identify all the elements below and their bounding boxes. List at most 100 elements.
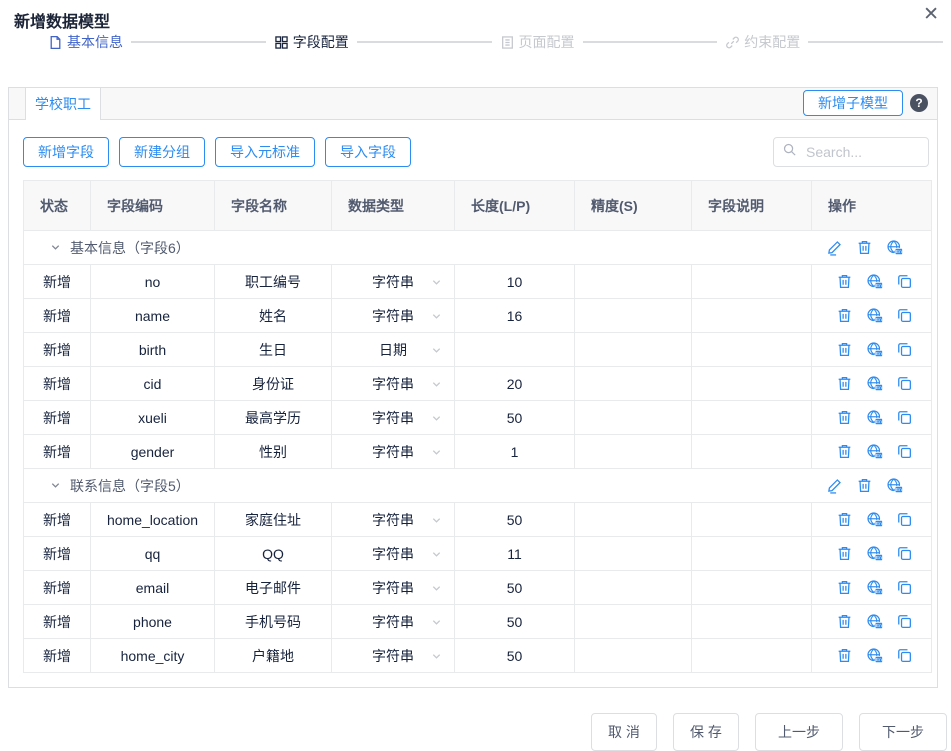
data-type-select[interactable]: 字符串 (332, 639, 455, 673)
prev-step-button[interactable]: 上一步 (755, 713, 843, 751)
tab-school-staff[interactable]: 学校职工 (25, 88, 101, 120)
group-label[interactable]: 联系信息（字段5） (24, 476, 812, 496)
toolbar-button-1[interactable]: 新增字段 (23, 137, 109, 167)
ops-group: En (812, 443, 931, 460)
translate-icon[interactable]: En (866, 613, 883, 630)
translate-icon[interactable]: En (866, 273, 883, 290)
translate-icon[interactable]: En (866, 307, 883, 324)
ops-cell: En (812, 639, 932, 673)
cell-status: 新增 (24, 435, 91, 469)
cell-description (692, 503, 812, 537)
group-label[interactable]: 基本信息（字段6） (24, 238, 812, 258)
delete-icon[interactable] (836, 375, 853, 392)
add-submodel-button[interactable]: 新增子模型 (803, 90, 903, 116)
cell-field-code: name (91, 299, 215, 333)
translate-icon[interactable]: En (866, 511, 883, 528)
translate-icon[interactable]: En (886, 477, 903, 494)
cell-length: 1 (455, 435, 575, 469)
step-3[interactable]: 页面配置 (500, 32, 575, 52)
close-icon[interactable]: ✕ (923, 5, 939, 24)
step-2[interactable]: 字段配置 (274, 32, 349, 52)
copy-icon[interactable] (896, 579, 913, 596)
copy-icon[interactable] (896, 613, 913, 630)
delete-icon[interactable] (836, 613, 853, 630)
chevron-down-icon (431, 515, 442, 526)
cell-precision (575, 367, 692, 401)
translate-icon[interactable]: En (866, 647, 883, 664)
copy-icon[interactable] (896, 409, 913, 426)
toolbar-button-4[interactable]: 导入字段 (325, 137, 411, 167)
translate-icon[interactable]: En (886, 239, 903, 256)
translate-icon[interactable]: En (866, 443, 883, 460)
delete-icon[interactable] (836, 511, 853, 528)
copy-icon[interactable] (896, 647, 913, 664)
delete-icon[interactable] (836, 545, 853, 562)
table-row: 新增no职工编号字符串10En (24, 265, 932, 299)
cell-description (692, 265, 812, 299)
cell-description (692, 333, 812, 367)
chevron-down-icon (431, 345, 442, 356)
translate-icon[interactable]: En (866, 545, 883, 562)
cell-field-name: 户籍地 (215, 639, 332, 673)
delete-icon[interactable] (836, 647, 853, 664)
cell-length: 11 (455, 537, 575, 571)
delete-icon[interactable] (836, 409, 853, 426)
cell-precision (575, 435, 692, 469)
cell-field-name: 性别 (215, 435, 332, 469)
copy-icon[interactable] (896, 545, 913, 562)
delete-icon[interactable] (836, 341, 853, 358)
cancel-button[interactable]: 取 消 (591, 713, 657, 751)
svg-text:En: En (876, 283, 882, 289)
data-type-select[interactable]: 字符串 (332, 571, 455, 605)
translate-icon[interactable]: En (866, 341, 883, 358)
data-type-select[interactable]: 字符串 (332, 367, 455, 401)
translate-icon[interactable]: En (866, 579, 883, 596)
translate-icon[interactable]: En (866, 375, 883, 392)
copy-icon[interactable] (896, 511, 913, 528)
copy-icon[interactable] (896, 341, 913, 358)
toolbar-button-3[interactable]: 导入元标准 (215, 137, 315, 167)
delete-icon[interactable] (836, 273, 853, 290)
cell-field-name: 家庭住址 (215, 503, 332, 537)
field-config-panel: 学校职工 新增子模型 ? 新增字段新建分组导入元标准导入字段 状态字段编码字段名… (8, 87, 938, 688)
translate-icon[interactable]: En (866, 409, 883, 426)
page-title: 新增数据模型 (14, 8, 110, 32)
toolbar-button-2[interactable]: 新建分组 (119, 137, 205, 167)
delete-icon[interactable] (836, 443, 853, 460)
copy-icon[interactable] (896, 375, 913, 392)
delete-icon[interactable] (856, 477, 873, 494)
group-label-cell: 联系信息（字段5） (24, 469, 812, 503)
delete-icon[interactable] (856, 239, 873, 256)
data-type-select[interactable]: 字符串 (332, 605, 455, 639)
data-type-select[interactable]: 字符串 (332, 537, 455, 571)
step-1[interactable]: 基本信息 (48, 32, 123, 52)
column-header: 数据类型 (332, 181, 455, 231)
edit-icon[interactable] (826, 239, 843, 256)
copy-icon[interactable] (896, 307, 913, 324)
chevron-down-icon (431, 447, 442, 458)
edit-icon[interactable] (826, 477, 843, 494)
data-type-select[interactable]: 字符串 (332, 435, 455, 469)
cell-length (455, 333, 575, 367)
help-icon[interactable]: ? (910, 94, 928, 112)
delete-icon[interactable] (836, 307, 853, 324)
data-type-select[interactable]: 字符串 (332, 265, 455, 299)
copy-icon[interactable] (896, 273, 913, 290)
step-4[interactable]: 约束配置 (725, 32, 800, 52)
copy-icon[interactable] (896, 443, 913, 460)
svg-text:En: En (876, 385, 882, 391)
next-step-button[interactable]: 下一步 (859, 713, 947, 751)
data-type-select[interactable]: 日期 (332, 333, 455, 367)
cell-precision (575, 605, 692, 639)
step-connector (808, 41, 943, 43)
ops-group: En (812, 239, 932, 256)
search-input[interactable] (804, 143, 920, 161)
data-type-select[interactable]: 字符串 (332, 299, 455, 333)
delete-icon[interactable] (836, 579, 853, 596)
search-box[interactable] (773, 137, 929, 167)
ops-group: En (812, 579, 931, 596)
save-button[interactable]: 保 存 (673, 713, 739, 751)
data-type-select[interactable]: 字符串 (332, 503, 455, 537)
data-type-select[interactable]: 字符串 (332, 401, 455, 435)
svg-text:En: En (876, 555, 882, 561)
